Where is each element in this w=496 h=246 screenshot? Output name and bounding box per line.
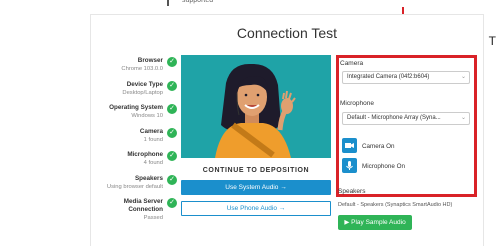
check-label: Camera: [139, 127, 163, 135]
camera-icon: [345, 143, 354, 148]
person-illustration: [215, 63, 296, 158]
system-checks-list: Browser Chrome 103.0.0 ✓ Device Type Des…: [91, 57, 177, 222]
camera-select[interactable]: Integrated Camera (04f2:b604) ⌄: [342, 71, 470, 84]
page-title: Connection Test: [236, 25, 338, 41]
speakers-value: Default - Speakers (Synaptics SmartAudio…: [338, 202, 453, 208]
microphone-toggle-button[interactable]: [342, 158, 357, 173]
check-value: Windows 10: [131, 113, 163, 119]
check-label: Microphone: [127, 151, 163, 158]
microphone-select[interactable]: Default - Microphone Array (Syna... ⌄: [342, 112, 470, 125]
check-value: 1 found: [143, 136, 163, 143]
checkmark-icon: ✓: [167, 80, 177, 91]
use-phone-audio-button[interactable]: Use Phone Audio →: [181, 201, 331, 216]
right-edge-text: T: [488, 34, 496, 48]
play-sample-audio-button[interactable]: ▶ Play Sample Audio: [338, 215, 412, 230]
check-media-server: Media Server Connection Passed ✓: [91, 198, 177, 222]
check-value: 4 found: [143, 160, 163, 166]
check-value: Desktop/Laptop: [122, 89, 163, 96]
play-sample-label: Play Sample Audio: [351, 219, 406, 226]
top-snippet-text: supported: [182, 0, 214, 4]
check-label: Speakers: [134, 174, 163, 182]
speakers-label: Speakers: [338, 188, 366, 195]
check-speakers: Speakers Using browser default ✓: [91, 174, 177, 199]
use-system-audio-button[interactable]: Use System Audio →: [181, 180, 331, 195]
microphone-icon: [346, 161, 353, 170]
checkmark-icon: ✓: [167, 104, 177, 114]
check-label: Operating System: [109, 104, 163, 111]
camera-toggle-button[interactable]: [342, 138, 357, 153]
check-camera: Camera 1 found ✓: [91, 127, 177, 152]
continue-heading: CONTINUE TO DEPOSITION: [202, 167, 310, 174]
checkmark-icon: ✓: [167, 151, 177, 161]
check-browser: Browser Chrome 103.0.0 ✓: [91, 57, 177, 81]
check-value: Chrome 103.0.0: [121, 66, 163, 72]
chevron-down-icon: ⌄: [460, 115, 466, 121]
checkmark-icon: ✓: [167, 174, 177, 185]
check-label: Media Server Connection: [123, 198, 163, 213]
check-device-type: Device Type Desktop/Laptop ✓: [91, 80, 177, 105]
chevron-down-icon: ⌄: [460, 74, 466, 80]
check-microphone: Microphone 4 found ✓: [91, 151, 177, 175]
check-value: Using browser default: [106, 183, 163, 190]
top-divider-mark: [167, 0, 169, 6]
camera-select-value: Integrated Camera (04f2:b604): [347, 74, 430, 80]
microphone-toggle-label: Microphone On: [362, 163, 406, 170]
microphone-select-value: Default - Microphone Array (Syna...: [347, 115, 441, 121]
check-operating-system: Operating System Windows 10 ✓: [91, 104, 177, 128]
camera-toggle-label: Camera On: [362, 143, 395, 150]
camera-label: Camera: [340, 60, 364, 67]
checkmark-icon: ✓: [167, 198, 177, 208]
check-label: Device Type: [126, 80, 163, 88]
connection-test-card: Connection Test Browser Chrome 103.0.0 ✓…: [90, 14, 484, 246]
check-value: Passed: [143, 215, 163, 221]
checkmark-icon: ✓: [167, 127, 177, 138]
checkmark-icon: ✓: [167, 57, 177, 67]
microphone-label: Microphone: [340, 100, 374, 107]
camera-preview: [181, 55, 331, 158]
check-label: Browser: [137, 57, 163, 64]
